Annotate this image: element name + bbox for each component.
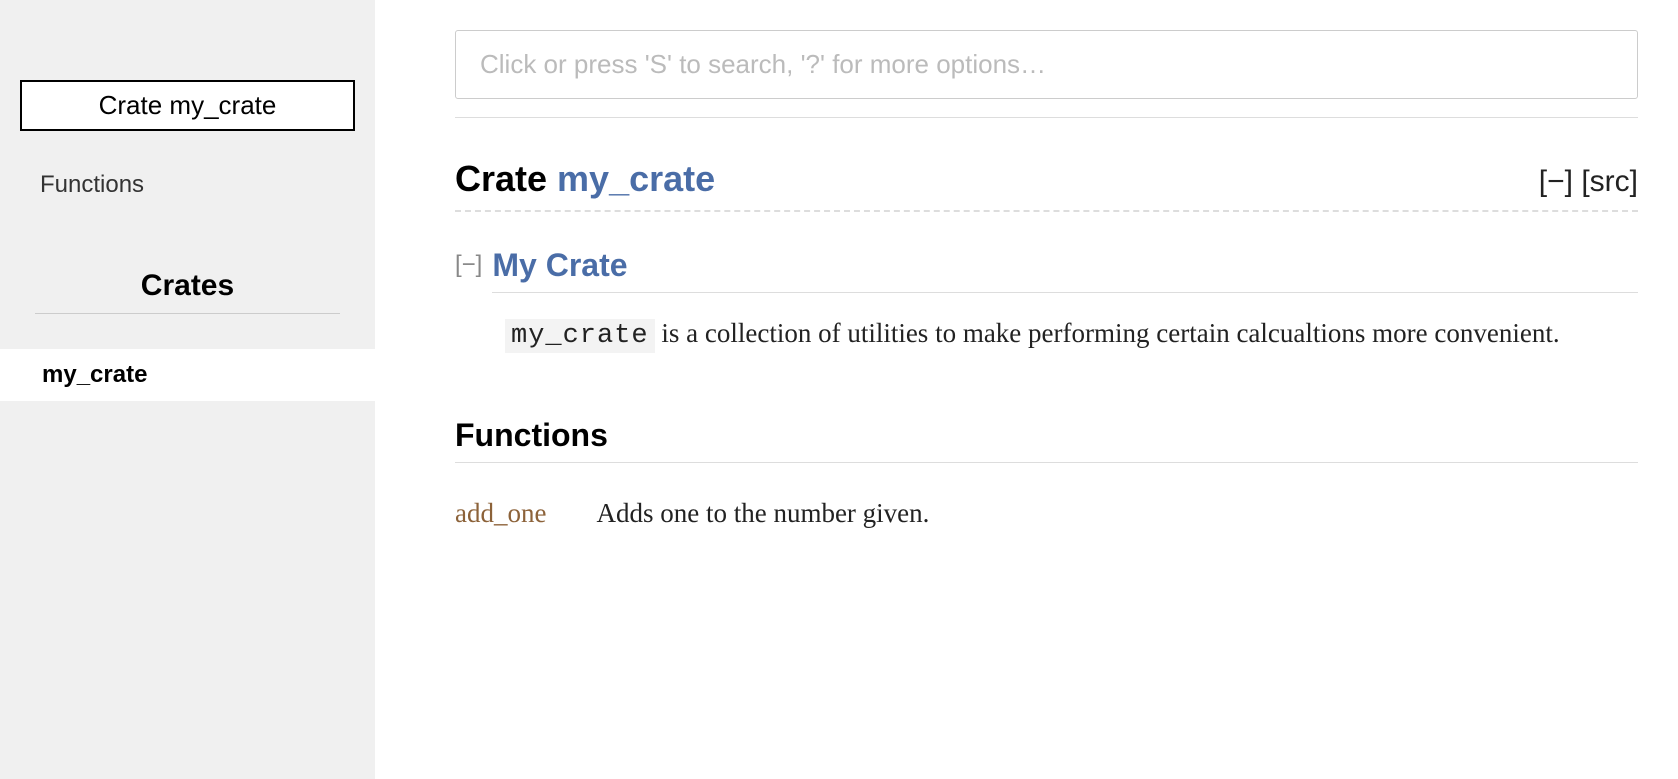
- collapse-toggle[interactable]: [−]: [455, 251, 482, 279]
- doc-code-name: my_crate: [505, 319, 655, 353]
- sidebar: Crate my_crate Functions Crates my_crate: [0, 0, 375, 779]
- search-input[interactable]: [455, 30, 1638, 99]
- doc-body: my_crate is a collection of utilities to…: [505, 313, 1638, 357]
- page-title-prefix: Crate: [455, 158, 557, 199]
- sidebar-crate-item[interactable]: my_crate: [0, 349, 375, 401]
- sidebar-functions-link[interactable]: Functions: [0, 131, 375, 199]
- function-description: Adds one to the number given.: [596, 498, 929, 529]
- functions-heading: Functions: [455, 417, 1638, 463]
- main-content: Crate my_crate [−] [src] [−] My Crate my…: [375, 0, 1678, 779]
- src-link[interactable]: [src]: [1581, 165, 1638, 198]
- function-name-link[interactable]: add_one: [455, 498, 546, 529]
- page-title: Crate my_crate: [455, 158, 715, 200]
- doc-heading: My Crate: [492, 247, 1638, 293]
- collapse-all-toggle[interactable]: [−]: [1539, 165, 1573, 198]
- crate-name-link[interactable]: my_crate: [557, 158, 715, 199]
- title-actions: [−] [src]: [1539, 165, 1638, 199]
- sidebar-crate-title: Crate my_crate: [20, 80, 355, 131]
- divider: [455, 117, 1638, 118]
- sidebar-crates-heading: Crates: [35, 269, 340, 314]
- doc-section: [−] My Crate: [455, 247, 1638, 293]
- page-title-row: Crate my_crate [−] [src]: [455, 158, 1638, 212]
- doc-body-text: is a collection of utilities to make per…: [655, 318, 1560, 348]
- function-row: add_one Adds one to the number given.: [455, 498, 1638, 529]
